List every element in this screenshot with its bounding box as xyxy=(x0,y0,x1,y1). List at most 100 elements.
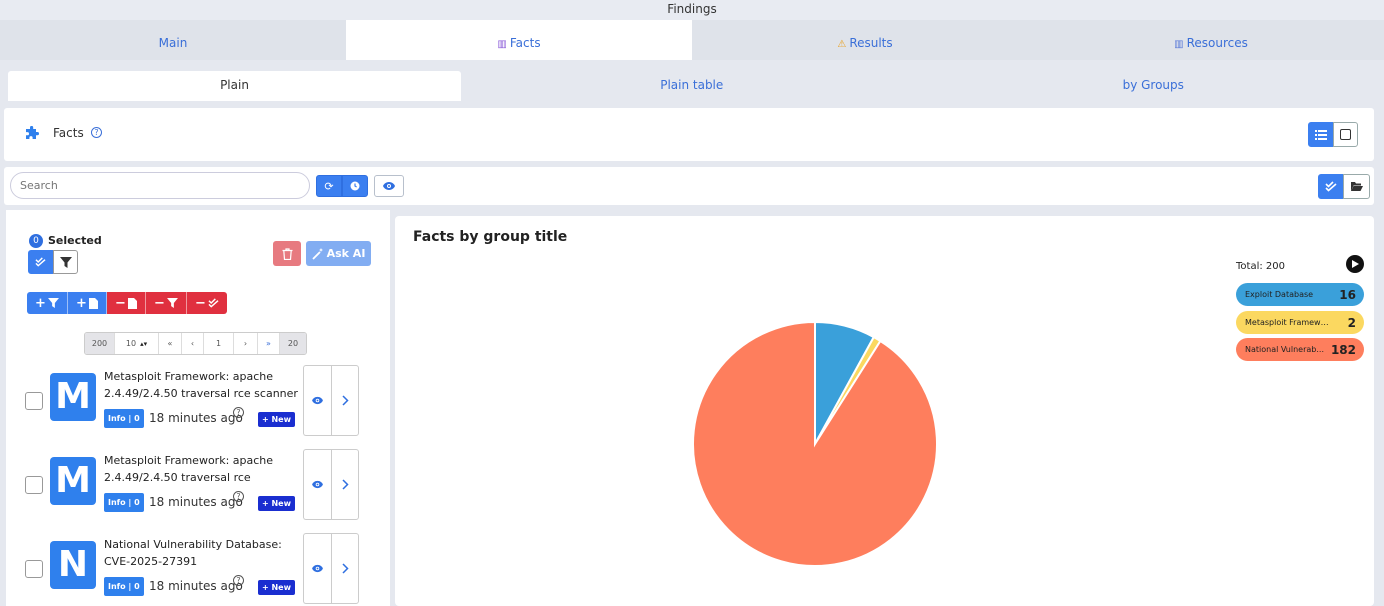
open-detail-button[interactable] xyxy=(331,365,359,436)
remove-filter-button[interactable]: − xyxy=(146,292,187,314)
new-badge[interactable]: + New xyxy=(258,496,295,511)
open-detail-button[interactable] xyxy=(331,449,359,520)
card-view-button[interactable] xyxy=(1333,122,1358,147)
pie-chart xyxy=(692,320,938,567)
preview-toggle-button[interactable] xyxy=(374,175,404,197)
next-page-button[interactable]: › xyxy=(234,333,258,354)
chevron-right-icon xyxy=(341,563,349,574)
tab-resources[interactable]: ▥ Resources xyxy=(1038,20,1384,60)
minus-icon: − xyxy=(115,295,126,311)
row-checkbox[interactable] xyxy=(25,392,43,410)
legend-value: 2 xyxy=(1347,315,1356,330)
chevron-right-icon xyxy=(341,395,349,406)
findings-list-panel: 0 Selected Ask AI + + − − − 200 10 ▴▾ « … xyxy=(6,210,390,606)
first-page-button[interactable]: « xyxy=(159,333,182,354)
remove-selected-button[interactable]: − xyxy=(187,292,227,314)
tab-plain-table[interactable]: Plain table xyxy=(461,62,923,102)
tab-main-label: Main xyxy=(158,36,188,50)
double-check-icon xyxy=(208,298,219,308)
open-folder-button[interactable] xyxy=(1343,174,1370,199)
clock-icon xyxy=(350,181,360,191)
list-view-button[interactable] xyxy=(1308,122,1333,147)
add-document-button[interactable]: + xyxy=(68,292,107,314)
ask-ai-button[interactable]: Ask AI xyxy=(306,241,371,266)
row-checkbox[interactable] xyxy=(25,476,43,494)
refresh-icon: ⟳ xyxy=(324,179,334,193)
tab-facts[interactable]: ▥ Facts xyxy=(346,20,692,60)
page-title: Facts xyxy=(53,126,84,140)
remove-document-button[interactable]: − xyxy=(107,292,146,314)
select-all-button[interactable] xyxy=(1318,174,1343,199)
list-item[interactable]: M Metasploit Framework: apache 2.4.49/2.… xyxy=(24,449,364,523)
legend-item-national-vulnerability-database[interactable]: National Vulnerab... 182 xyxy=(1236,338,1364,361)
total-label: Total: 200 xyxy=(1236,261,1285,272)
trash-icon xyxy=(282,247,292,260)
page-count: 20 xyxy=(280,333,306,354)
row-checkbox[interactable] xyxy=(25,560,43,578)
finding-title[interactable]: National Vulnerability Database: CVE-202… xyxy=(104,536,299,570)
play-icon xyxy=(1351,260,1359,268)
legend-item-metasploit-framework[interactable]: Metasploit Framework 2 xyxy=(1236,311,1364,334)
main-tabs: Main ▥ Facts ⚠ Results ▥ Resources xyxy=(0,20,1384,60)
filter-button[interactable] xyxy=(53,250,78,274)
timestamp: 18 minutes ago xyxy=(149,579,243,593)
list-item[interactable]: M Metasploit Framework: apache 2.4.49/2.… xyxy=(24,365,364,439)
legend-item-exploit-database[interactable]: Exploit Database 16 xyxy=(1236,283,1364,306)
document-icon xyxy=(127,297,137,309)
open-detail-button[interactable] xyxy=(331,533,359,604)
page-size-select[interactable]: 10 ▴▾ xyxy=(115,333,159,354)
preview-button[interactable] xyxy=(303,365,331,436)
refresh-button[interactable]: ⟳ xyxy=(316,175,342,197)
page-number-input[interactable]: 1 xyxy=(204,333,234,354)
info-badge: Info | 0 xyxy=(104,409,144,428)
add-filter-button[interactable]: + xyxy=(27,292,68,314)
preview-button[interactable] xyxy=(303,533,331,604)
chevron-right-icon xyxy=(341,479,349,490)
last-page-button[interactable]: » xyxy=(258,333,280,354)
updown-icon: ▴▾ xyxy=(140,339,148,348)
finding-title[interactable]: Metasploit Framework: apache 2.4.49/2.4.… xyxy=(104,368,299,402)
warning-icon: ⚠ xyxy=(837,39,847,50)
tab-results[interactable]: ⚠ Results xyxy=(692,20,1038,60)
selected-count-badge: 0 xyxy=(29,234,43,248)
preview-button[interactable] xyxy=(303,449,331,520)
tab-facts-label: Facts xyxy=(509,36,541,50)
select-toggle-button[interactable] xyxy=(28,250,53,274)
filter-icon xyxy=(59,256,72,268)
page-size-value: 10 xyxy=(125,339,137,348)
help-icon[interactable]: ? xyxy=(91,127,102,138)
bulk-action-bar: + + − − − xyxy=(27,292,227,314)
chart-panel: Facts by group title Total: 200 Exploit … xyxy=(395,216,1374,606)
sub-tabs: Plain Plain table by Groups xyxy=(0,62,1384,102)
filter-icon xyxy=(166,298,178,308)
list-item[interactable]: N National Vulnerability Database: CVE-2… xyxy=(24,533,364,606)
eye-icon xyxy=(312,396,323,405)
legend-label: National Vulnerab... xyxy=(1245,345,1324,354)
window-title: Findings xyxy=(0,0,1384,20)
search-input[interactable] xyxy=(10,172,310,199)
books-icon: ▥ xyxy=(1174,39,1184,50)
info-badge: Info | 0 xyxy=(104,493,144,512)
facts-icon: ▥ xyxy=(497,39,507,50)
tab-plain[interactable]: Plain xyxy=(8,71,461,101)
finding-title[interactable]: Metasploit Framework: apache 2.4.49/2.4.… xyxy=(104,452,299,486)
square-icon xyxy=(1340,129,1351,140)
timestamp: 18 minutes ago xyxy=(149,411,243,425)
new-badge[interactable]: + New xyxy=(258,412,295,427)
timestamp: 18 minutes ago xyxy=(149,495,243,509)
delete-button[interactable] xyxy=(273,241,301,266)
tab-main[interactable]: Main xyxy=(0,20,346,60)
legend-value: 182 xyxy=(1330,342,1356,357)
plus-icon: + xyxy=(76,295,87,311)
tab-by-groups[interactable]: by Groups xyxy=(923,62,1384,102)
filter-icon xyxy=(47,298,59,308)
play-button[interactable] xyxy=(1346,255,1364,273)
eye-icon xyxy=(312,480,323,489)
eye-icon xyxy=(312,564,323,573)
help-icon: ? xyxy=(233,491,244,502)
prev-page-button[interactable]: ‹ xyxy=(182,333,204,354)
plus-icon: + xyxy=(35,295,46,311)
new-badge[interactable]: + New xyxy=(258,580,295,595)
schedule-button[interactable] xyxy=(342,175,368,197)
pie-slice-national-vulnerability-database[interactable] xyxy=(692,320,938,567)
